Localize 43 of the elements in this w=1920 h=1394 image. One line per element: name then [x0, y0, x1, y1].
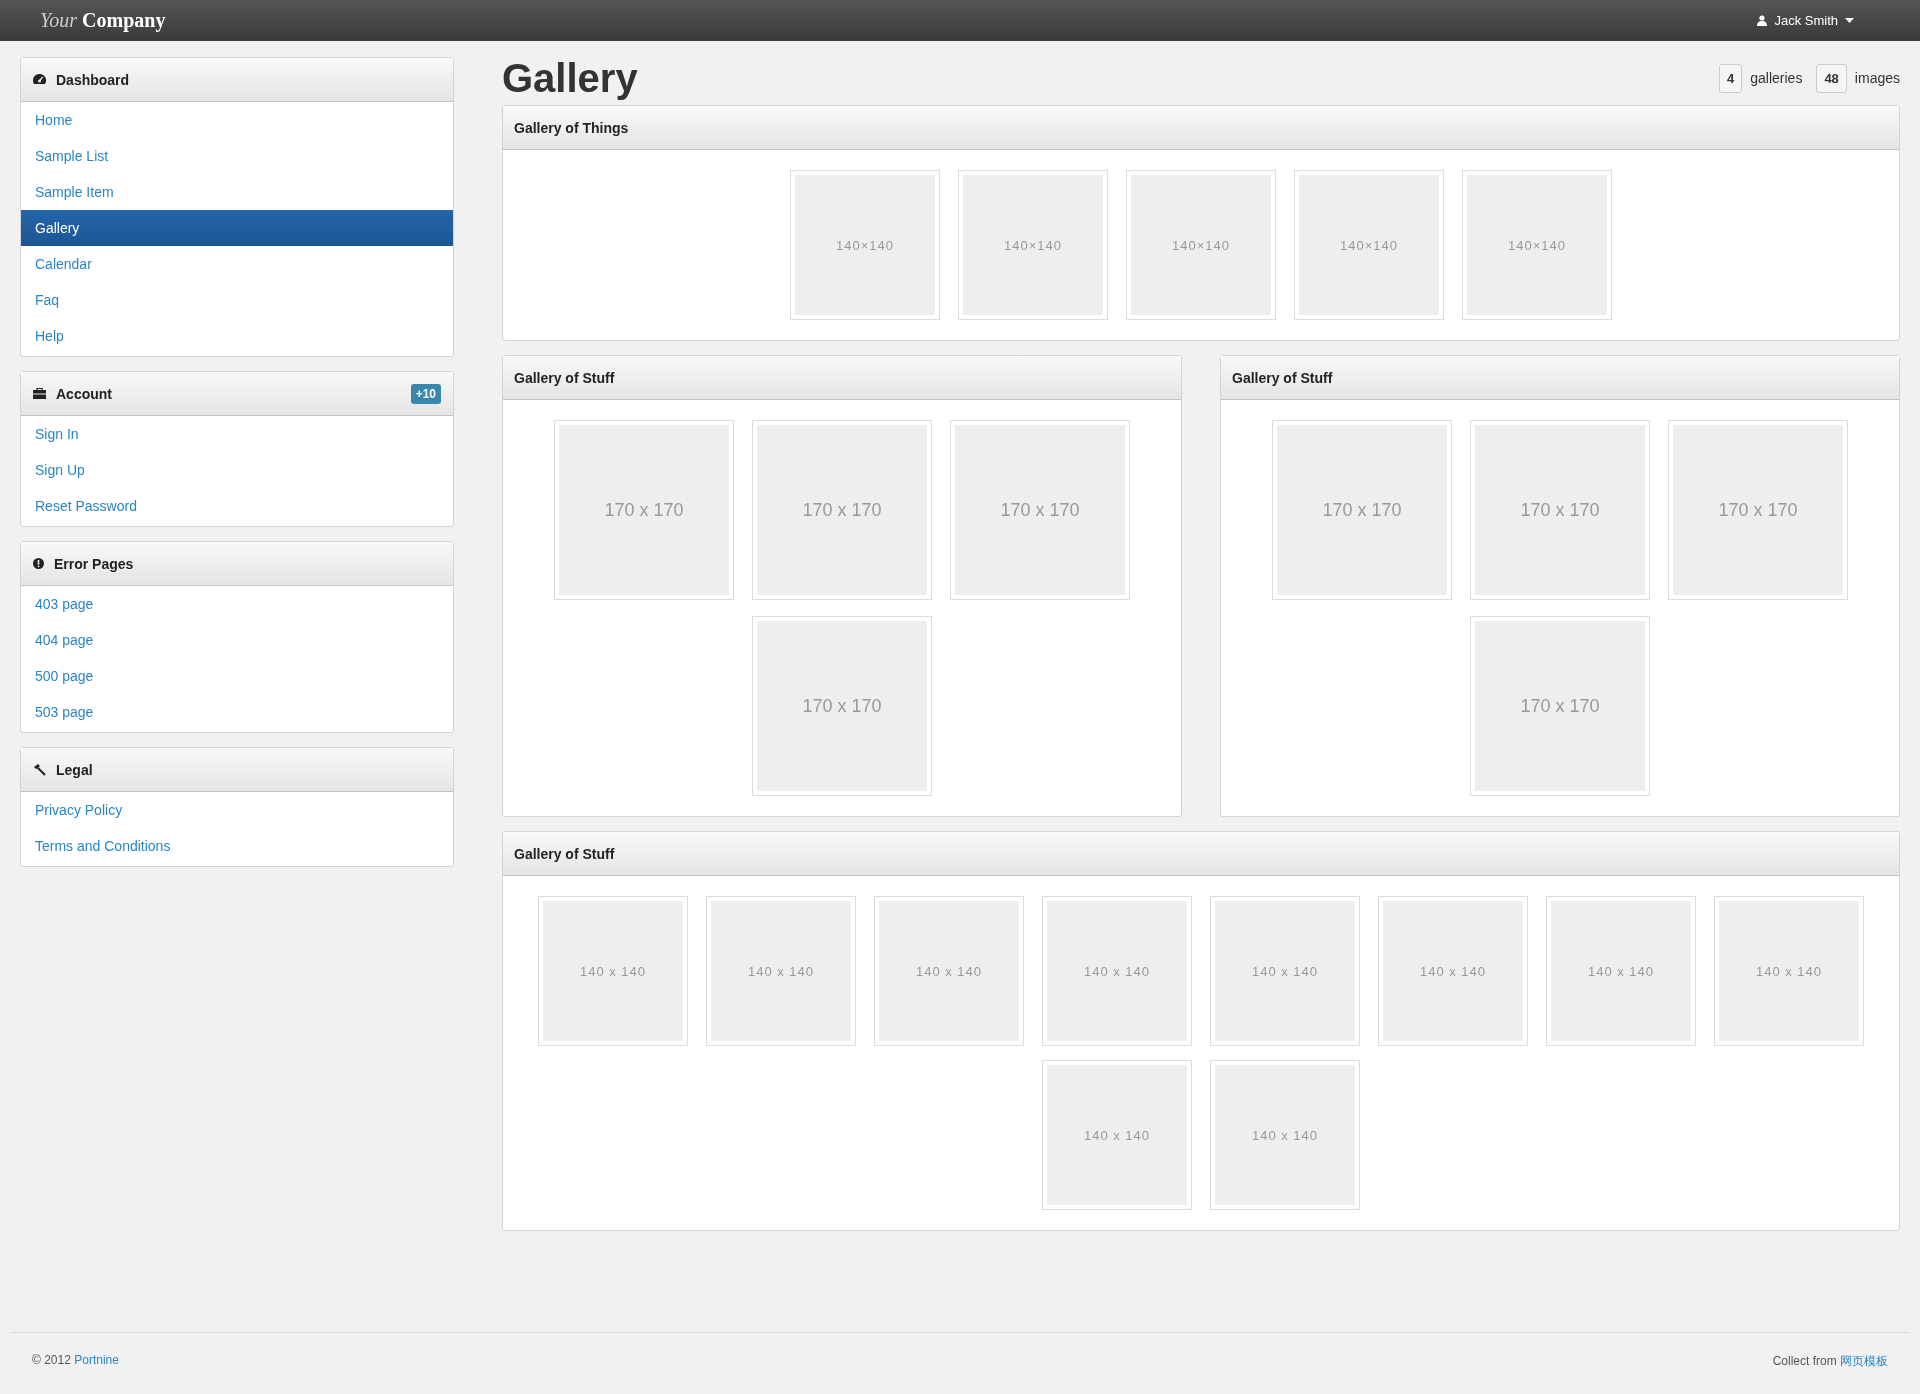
- stat-label: galleries: [1750, 70, 1803, 86]
- author-link[interactable]: Portnine: [74, 1353, 119, 1367]
- sidebar-item[interactable]: Sign Up: [21, 452, 453, 488]
- hammer-icon: [33, 763, 46, 776]
- sidebar-item[interactable]: Reset Password: [21, 488, 453, 524]
- sidebar-item[interactable]: Faq: [21, 282, 453, 318]
- brand-text[interactable]: Your: [40, 9, 78, 32]
- sidebar-item[interactable]: 503 page: [21, 694, 453, 730]
- sidebar-item[interactable]: Home: [21, 102, 453, 138]
- copyright-text: © 2012 Portnine: [32, 1353, 119, 1369]
- sidebar-item[interactable]: 500 page: [21, 658, 453, 694]
- panel-title: Legal: [56, 761, 94, 778]
- credit-link[interactable]: 网页模板: [1840, 1354, 1888, 1368]
- sidebar-item[interactable]: Sample List: [21, 138, 453, 174]
- panel-title: Error Pages: [54, 555, 135, 572]
- sidebar-item[interactable]: Sample Item: [21, 174, 453, 210]
- sidebar-item[interactable]: 403 page: [21, 586, 453, 622]
- sidebar-item[interactable]: Privacy Policy: [21, 792, 453, 828]
- panel-title: Gallery of Things: [514, 119, 629, 136]
- credit-text: Collect from 网页模板: [1772, 1353, 1888, 1370]
- sidebar-item[interactable]: Terms and Conditions: [21, 828, 453, 864]
- sidebar-item[interactable]: 404 page: [21, 622, 453, 658]
- dashboard-icon: [33, 73, 46, 86]
- sidebar-item[interactable]: Calendar: [21, 246, 453, 282]
- exclamation-icon: [33, 558, 44, 569]
- sidebar-item[interactable]: Gallery: [21, 210, 453, 246]
- user-icon: [1757, 15, 1768, 26]
- count-badge: 48: [1816, 63, 1847, 93]
- page-title: Gallery: [502, 55, 638, 101]
- sidebar-item[interactable]: Sign In: [21, 416, 453, 452]
- user-menu[interactable]: Jack Smith: [1751, 9, 1860, 32]
- count-badge: +10: [410, 383, 441, 404]
- briefcase-icon: [33, 388, 46, 399]
- panel-title: Account: [56, 385, 113, 402]
- panel-title: Gallery of Stuff: [514, 369, 615, 386]
- panel-title: Gallery of Stuff: [1232, 369, 1333, 386]
- caret-icon: [1845, 18, 1854, 23]
- sidebar-item[interactable]: Help: [21, 318, 453, 354]
- panel-title: Gallery of Stuff: [514, 845, 615, 862]
- count-badge: 4: [1719, 63, 1743, 93]
- brand-name[interactable]: Company: [82, 9, 166, 32]
- stat-label: images: [1854, 70, 1900, 86]
- panel-title: Dashboard: [56, 71, 131, 88]
